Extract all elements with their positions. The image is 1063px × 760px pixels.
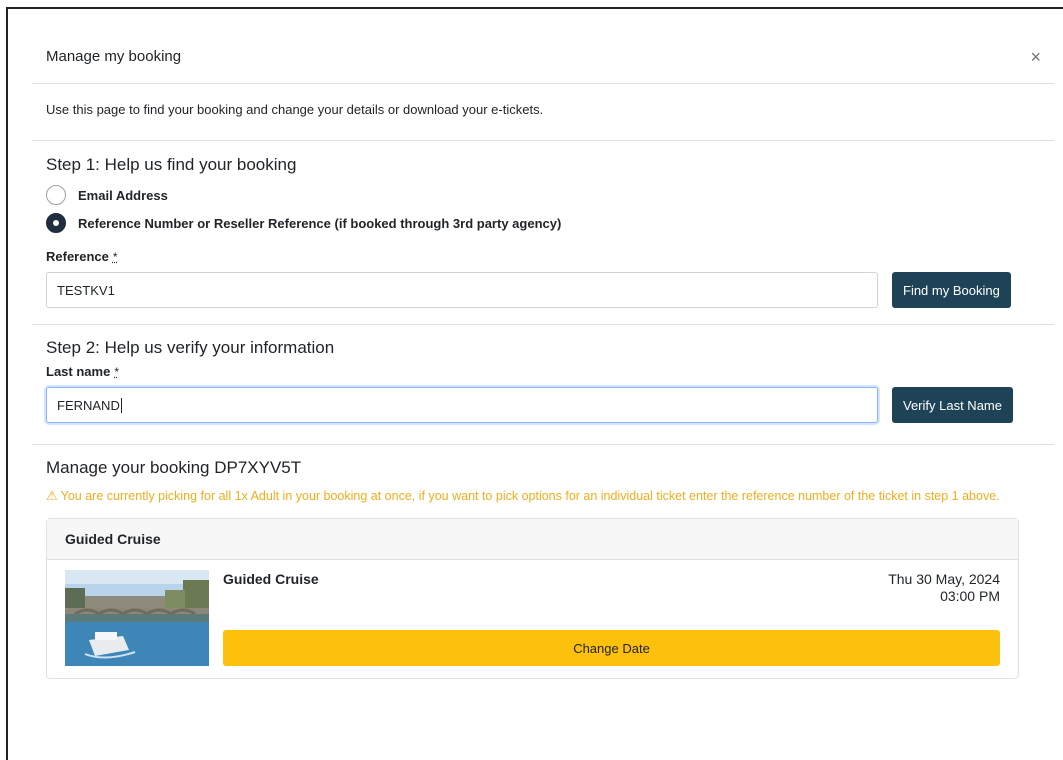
required-marker: * — [112, 250, 118, 264]
warning-text: You are currently picking for all 1x Adu… — [60, 489, 1000, 503]
radio-reference[interactable] — [46, 213, 66, 233]
product-image — [65, 570, 209, 666]
radio-email-option[interactable]: Email Address — [46, 181, 1054, 209]
radio-email-label[interactable]: Email Address — [78, 188, 168, 203]
intro-text: Use this page to find your booking and c… — [32, 84, 1054, 141]
product-date: Thu 30 May, 2024 — [888, 571, 1000, 587]
product-card-body: Guided Cruise Thu 30 May, 2024 03:00 PM … — [47, 560, 1018, 678]
step2-title: Step 2: Help us verify your information — [46, 338, 335, 357]
manage-booking-modal: Manage my booking × Use this page to fin… — [32, 30, 1054, 679]
product-info: Guided Cruise Thu 30 May, 2024 03:00 PM … — [223, 570, 1000, 668]
verify-last-name-button[interactable]: Verify Last Name — [892, 387, 1013, 423]
product-card: Guided Cruise Guided Cruise Thu 30 May, … — [46, 518, 1019, 679]
last-name-value: FERNAND — [57, 397, 120, 413]
reference-row: TESTKV1 Find my Booking — [46, 272, 1054, 308]
modal-title: Manage my booking — [46, 48, 182, 65]
last-name-label-text: Last name — [46, 364, 111, 379]
text-cursor — [120, 397, 122, 413]
product-datetime: Thu 30 May, 2024 03:00 PM — [888, 571, 1000, 605]
warning-message: ⚠ You are currently picking for all 1x Ad… — [46, 486, 1021, 506]
manage-title: Manage your booking DP7XYV5T — [46, 458, 302, 477]
required-marker: * — [114, 365, 119, 379]
reference-input[interactable]: TESTKV1 — [46, 272, 878, 308]
product-time: 03:00 PM — [940, 588, 1000, 604]
reference-label: Reference * — [46, 249, 1054, 264]
change-date-button[interactable]: Change Date — [223, 630, 1000, 666]
last-name-label: Last name * — [46, 364, 1054, 379]
warning-triangle-icon: ⚠ — [46, 488, 58, 503]
radio-reference-label[interactable]: Reference Number or Reseller Reference (… — [78, 216, 561, 231]
last-name-input[interactable]: FERNAND — [46, 387, 878, 423]
product-name: Guided Cruise — [223, 571, 319, 587]
step1-section: Step 1: Help us find your booking Email … — [32, 141, 1054, 325]
close-icon[interactable]: × — [1026, 44, 1045, 70]
manage-section: Manage your booking DP7XYV5T ⚠ You are cu… — [32, 445, 1054, 679]
find-booking-button[interactable]: Find my Booking — [892, 272, 1011, 308]
step1-title: Step 1: Help us find your booking — [46, 155, 297, 174]
step2-section: Step 2: Help us verify your information … — [32, 325, 1054, 445]
product-card-header: Guided Cruise — [47, 519, 1018, 560]
modal-header: Manage my booking × — [32, 30, 1054, 84]
reference-label-text: Reference — [46, 249, 109, 264]
last-name-row: FERNAND Verify Last Name — [46, 387, 1054, 423]
radio-reference-option[interactable]: Reference Number or Reseller Reference (… — [46, 209, 1054, 237]
radio-email[interactable] — [46, 185, 66, 205]
